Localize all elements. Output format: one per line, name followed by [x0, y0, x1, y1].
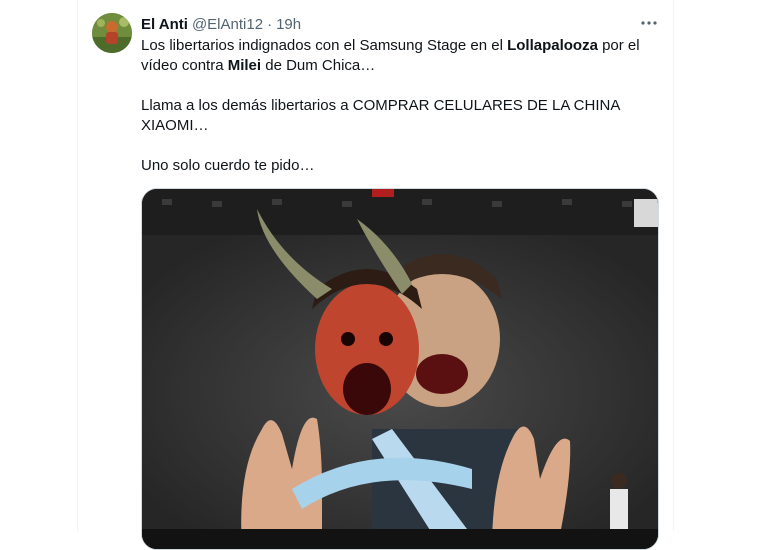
tweet-header: El Anti @ElAnti12 · 19h [141, 14, 301, 34]
tweet-paragraph-2: Llama a los demás libertarios a COMPRAR … [141, 97, 620, 134]
user-handle[interactable]: @ElAnti12 [192, 16, 263, 33]
column-divider-right [673, 0, 674, 531]
avatar[interactable] [92, 13, 132, 53]
hashtag-milei[interactable]: Milei [228, 57, 261, 74]
tweet[interactable]: El Anti @ElAnti12 · 19h Los libertarios … [78, 0, 673, 550]
timestamp[interactable]: 19h [276, 16, 301, 33]
tweet-paragraph-3: Uno solo cuerdo te pido… [141, 157, 315, 174]
separator-dot: · [267, 15, 273, 33]
display-name[interactable]: El Anti [141, 16, 188, 33]
tweet-paragraph-1: Los libertarios indignados con el Samsun… [141, 37, 640, 74]
more-button[interactable] [637, 12, 661, 34]
concert-screen-photo [142, 189, 658, 549]
hashtag-lollapalooza[interactable]: Lollapalooza [507, 37, 598, 54]
more-horizontal-icon [641, 21, 657, 25]
tweet-media-image[interactable] [141, 188, 659, 550]
tweet-text: Los libertarios indignados con el Samsun… [141, 36, 661, 176]
